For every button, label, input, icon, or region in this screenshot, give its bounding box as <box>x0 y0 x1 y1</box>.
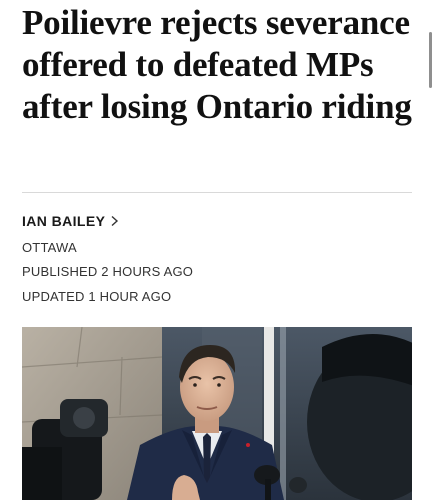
chevron-right-icon <box>111 215 119 227</box>
page-scrollbar[interactable] <box>429 32 432 88</box>
published-timestamp: PUBLISHED 2 HOURS AGO <box>22 264 194 279</box>
headline-divider <box>22 192 412 193</box>
author-name: IAN BAILEY <box>22 213 106 229</box>
author-byline-link[interactable]: IAN BAILEY <box>22 213 120 229</box>
lead-photo-illustration <box>22 327 412 500</box>
article-headline: Poilievre rejects severance offered to d… <box>22 3 412 126</box>
updated-timestamp: UPDATED 1 HOUR AGO <box>22 289 172 304</box>
article-lead-photo[interactable] <box>22 327 412 500</box>
dateline-location: OTTAWA <box>22 240 77 255</box>
